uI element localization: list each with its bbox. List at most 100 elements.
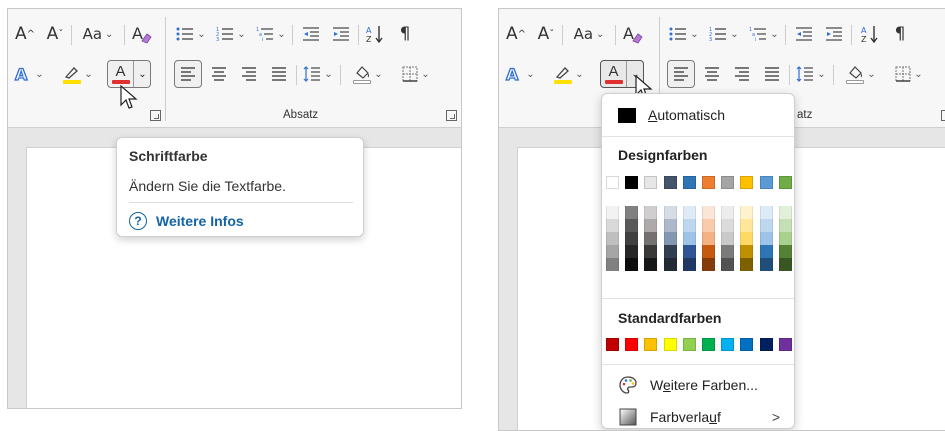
- decrease-indent-button[interactable]: [298, 21, 324, 47]
- color-swatch[interactable]: [721, 232, 735, 245]
- grow-font-button[interactable]: A ^: [12, 21, 38, 47]
- align-right-button[interactable]: [236, 61, 262, 87]
- color-swatch[interactable]: [702, 245, 715, 258]
- bullets-button[interactable]: ⌄: [174, 21, 208, 47]
- color-swatch[interactable]: [759, 232, 773, 245]
- color-swatch[interactable]: [702, 258, 715, 271]
- numbering-button[interactable]: 123 ⌄: [214, 21, 248, 47]
- color-swatch[interactable]: [721, 245, 735, 258]
- line-spacing-button[interactable]: ⌄: [300, 61, 336, 87]
- color-swatch[interactable]: [740, 176, 754, 189]
- color-swatch[interactable]: [625, 176, 639, 189]
- numbering-button[interactable]: 123 ⌄: [707, 21, 741, 47]
- bullets-button[interactable]: ⌄: [667, 21, 701, 47]
- color-swatch[interactable]: [663, 258, 677, 271]
- sort-button[interactable]: AZ: [857, 21, 883, 47]
- more-info-link[interactable]: ? Weitere Infos: [129, 212, 244, 230]
- shading-button[interactable]: ⌄: [841, 61, 881, 87]
- align-center-button[interactable]: [206, 61, 232, 87]
- line-spacing-button[interactable]: ⌄: [793, 61, 829, 87]
- color-swatch[interactable]: [606, 245, 619, 258]
- color-swatch[interactable]: [606, 176, 619, 189]
- borders-button[interactable]: ⌄: [889, 61, 929, 87]
- shading-button[interactable]: ⌄: [348, 61, 388, 87]
- more-colors-item[interactable]: Weitere Farben...: [618, 373, 784, 397]
- shrink-font-button[interactable]: Aˇ: [42, 21, 68, 47]
- align-left-button[interactable]: [174, 60, 202, 88]
- font-color-button[interactable]: A: [108, 61, 134, 87]
- align-left-button[interactable]: [667, 60, 695, 88]
- color-swatch[interactable]: [759, 258, 773, 271]
- clear-formatting-button[interactable]: A: [128, 21, 154, 47]
- justify-button[interactable]: [266, 61, 292, 87]
- color-swatch[interactable]: [702, 232, 715, 245]
- color-swatch[interactable]: [759, 338, 773, 351]
- justify-button[interactable]: [759, 61, 785, 87]
- font-color-split-button[interactable]: A ⌄: [107, 60, 151, 88]
- color-swatch[interactable]: [778, 219, 792, 232]
- color-swatch[interactable]: [644, 206, 658, 219]
- color-swatch[interactable]: [606, 232, 619, 245]
- borders-button[interactable]: ⌄: [396, 61, 436, 87]
- color-swatch[interactable]: [682, 206, 696, 219]
- color-swatch[interactable]: [721, 206, 735, 219]
- color-swatch[interactable]: [759, 219, 773, 232]
- align-center-button[interactable]: [699, 61, 725, 87]
- color-swatch[interactable]: [682, 232, 696, 245]
- text-effects-button[interactable]: A ⌄: [12, 61, 46, 87]
- color-swatch[interactable]: [606, 219, 619, 232]
- color-swatch[interactable]: [721, 176, 735, 189]
- color-swatch[interactable]: [759, 245, 773, 258]
- color-swatch[interactable]: [682, 219, 696, 232]
- color-swatch[interactable]: [682, 176, 696, 189]
- color-swatch[interactable]: [644, 176, 658, 189]
- highlight-button[interactable]: ⌄: [549, 61, 589, 87]
- color-swatch[interactable]: [625, 338, 639, 351]
- color-swatch[interactable]: [663, 219, 677, 232]
- decrease-indent-button[interactable]: [791, 21, 817, 47]
- show-formatting-marks-button[interactable]: ¶: [887, 21, 913, 47]
- text-effects-button[interactable]: A ⌄: [503, 61, 537, 87]
- color-swatch[interactable]: [740, 232, 754, 245]
- clear-formatting-button[interactable]: A: [619, 21, 645, 47]
- multilevel-list-button[interactable]: 1ai ⌄: [747, 21, 781, 47]
- change-case-button[interactable]: Aa ⌄: [76, 21, 120, 47]
- paragraph-dialog-launcher-icon[interactable]: [446, 110, 457, 121]
- font-color-dropdown-arrow[interactable]: ⌄: [135, 61, 150, 87]
- color-swatch[interactable]: [606, 206, 619, 219]
- color-swatch[interactable]: [740, 258, 754, 271]
- color-swatch[interactable]: [625, 245, 639, 258]
- color-swatch[interactable]: [625, 258, 639, 271]
- color-swatch[interactable]: [778, 206, 792, 219]
- color-swatch[interactable]: [644, 258, 658, 271]
- sort-button[interactable]: AZ: [362, 21, 388, 47]
- color-swatch[interactable]: [778, 245, 792, 258]
- color-swatch[interactable]: [740, 338, 754, 351]
- color-swatch[interactable]: [606, 338, 619, 351]
- color-swatch[interactable]: [759, 176, 773, 189]
- multilevel-list-button[interactable]: 1ai ⌄: [254, 21, 288, 47]
- change-case-button[interactable]: Aa ⌄: [567, 21, 611, 47]
- color-swatch[interactable]: [778, 232, 792, 245]
- color-swatch[interactable]: [778, 258, 792, 271]
- color-swatch[interactable]: [663, 176, 677, 189]
- color-swatch[interactable]: [778, 176, 792, 189]
- color-swatch[interactable]: [644, 219, 658, 232]
- color-swatch[interactable]: [759, 206, 773, 219]
- color-swatch[interactable]: [625, 232, 639, 245]
- color-swatch[interactable]: [721, 219, 735, 232]
- color-swatch[interactable]: [682, 258, 696, 271]
- color-swatch[interactable]: [740, 245, 754, 258]
- color-swatch[interactable]: [702, 338, 715, 351]
- color-swatch[interactable]: [606, 258, 619, 271]
- color-swatch[interactable]: [644, 245, 658, 258]
- color-swatch[interactable]: [702, 206, 715, 219]
- color-swatch[interactable]: [644, 338, 658, 351]
- color-swatch[interactable]: [663, 338, 677, 351]
- color-swatch[interactable]: [740, 219, 754, 232]
- shrink-font-button[interactable]: Aˇ: [533, 21, 559, 47]
- font-dialog-launcher-icon[interactable]: [150, 110, 161, 121]
- align-right-button[interactable]: [729, 61, 755, 87]
- color-swatch[interactable]: [644, 232, 658, 245]
- font-color-button[interactable]: A: [601, 61, 627, 87]
